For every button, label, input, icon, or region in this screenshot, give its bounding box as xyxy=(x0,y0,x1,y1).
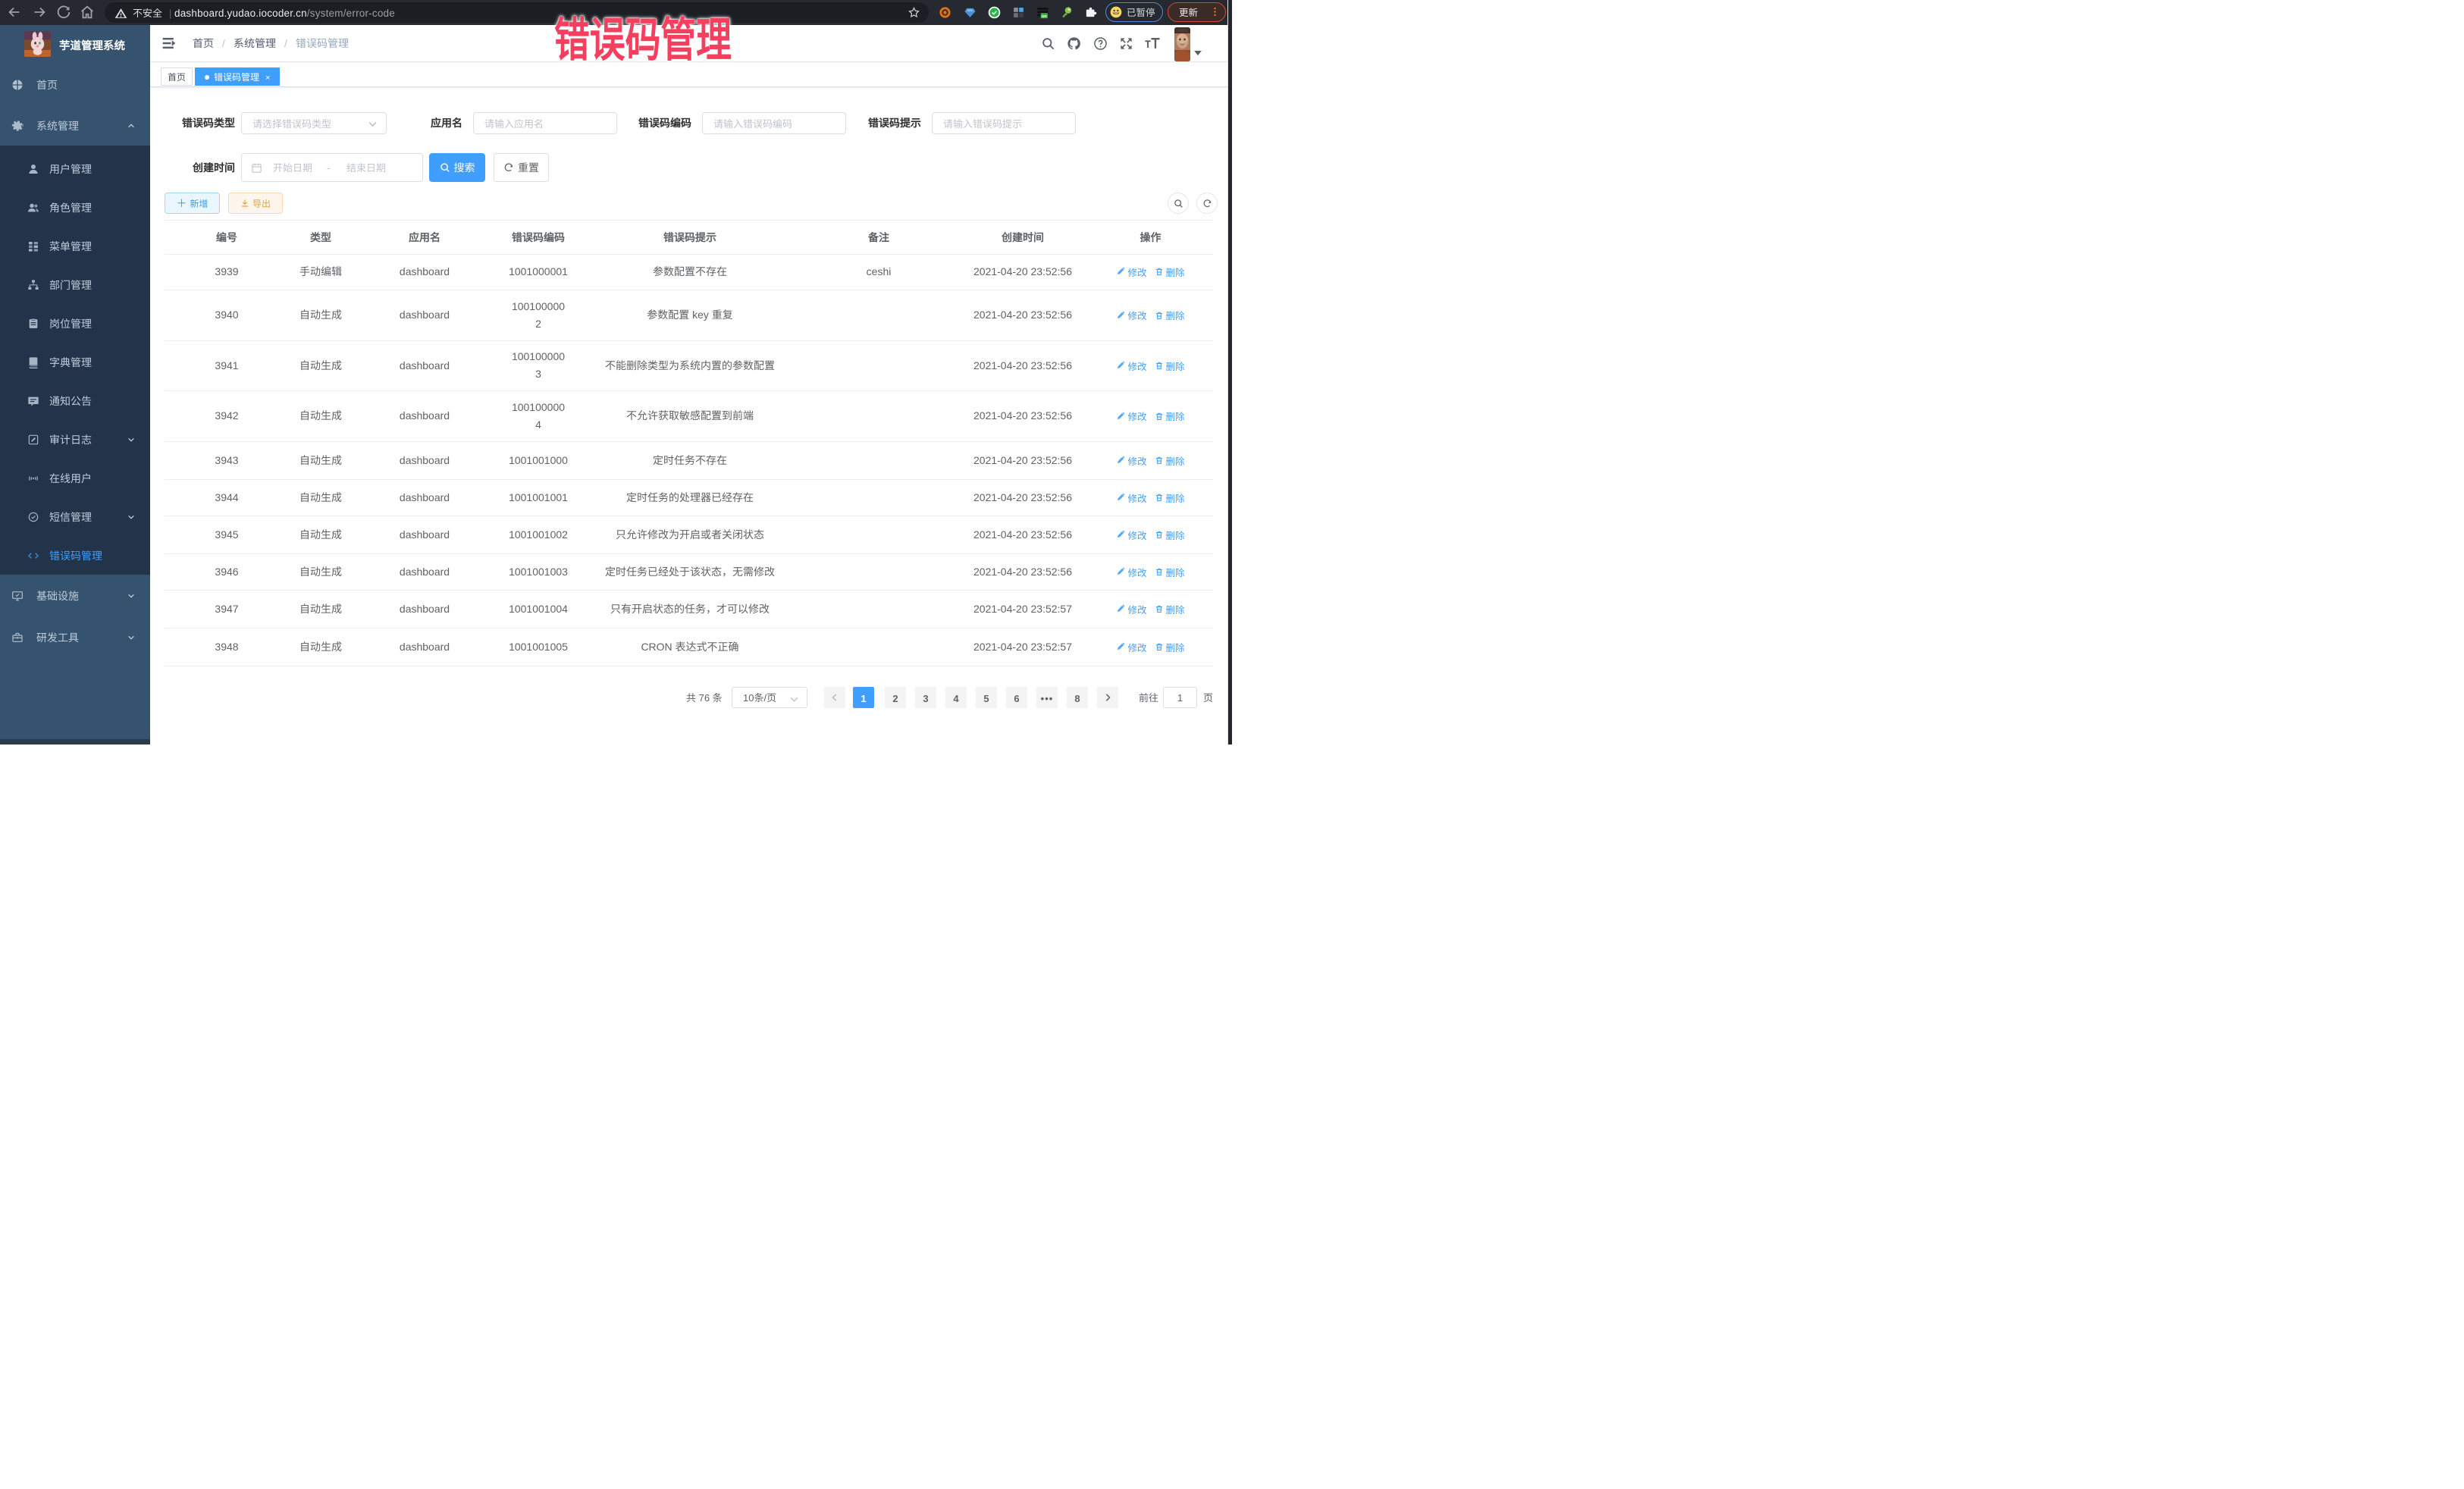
svg-text:on: on xyxy=(1042,12,1047,19)
